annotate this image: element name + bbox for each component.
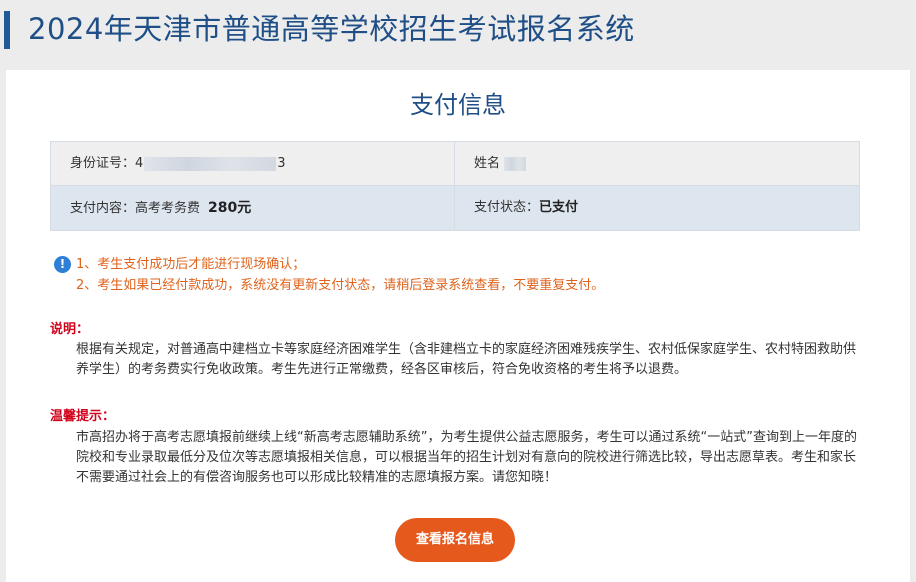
tips-body: 市高招办将于高考志愿填报前继续上线“新高考志愿辅助系统”，为考生提供公益志愿服务… [76,430,857,485]
panel-title: 支付信息 [410,91,506,119]
notice-line-1: 1、考生支付成功后才能进行现场确认； [76,257,306,272]
name-label: 姓名 [474,156,501,171]
system-title: 2024年天津市普通高等学校招生考试报名系统 [28,12,635,46]
notice-line-2: 2、考生如果已经付款成功，系统没有更新支付状态，请稍后登录系统查看，不要重复支付… [76,278,605,293]
name-cell: 姓名 [455,142,859,186]
payment-amount: 280元 [208,200,252,216]
info-row-identity: 身份证号：4 3 姓名 [51,142,859,186]
payment-status-value: 已支付 [539,200,579,215]
explain-body: 根据有关规定，对普通高中建档立卡等家庭经济困难学生（含非建档立卡的家庭经济困难残… [76,342,857,377]
header-accent-bar [4,11,10,49]
id-number-prefix: 4 [135,156,144,171]
tips-heading: 温馨提示： [50,409,116,424]
id-number-cell: 身份证号：4 3 [51,142,455,186]
payment-content-cell: 支付内容：高考考务费 280元 [51,186,455,230]
explain-heading: 说明： [50,322,90,337]
payment-status-cell: 支付状态：已支付 [455,186,859,230]
name-mask [504,156,527,171]
id-number-mask [144,156,277,171]
payment-panel: 支付信息 身份证号：4 3 姓名 支付内容：高考考务费 280元 支付状态：已支付 … [6,70,910,582]
info-row-payment: 支付内容：高考考务费 280元 支付状态：已支付 [51,186,859,230]
payment-info-table: 身份证号：4 3 姓名 支付内容：高考考务费 280元 支付状态：已支付 [50,141,860,231]
view-registration-button[interactable]: 查看报名信息 [395,518,515,562]
payment-content-label: 支付内容： [70,201,136,216]
payment-status-label: 支付状态： [474,200,540,215]
payment-content-value: 高考考务费 [135,201,201,216]
page-header: 2024年天津市普通高等学校招生考试报名系统 [0,0,916,58]
id-number-suffix: 3 [277,156,286,171]
id-number-label: 身份证号： [70,156,136,171]
exclamation-icon: ! [54,256,71,273]
